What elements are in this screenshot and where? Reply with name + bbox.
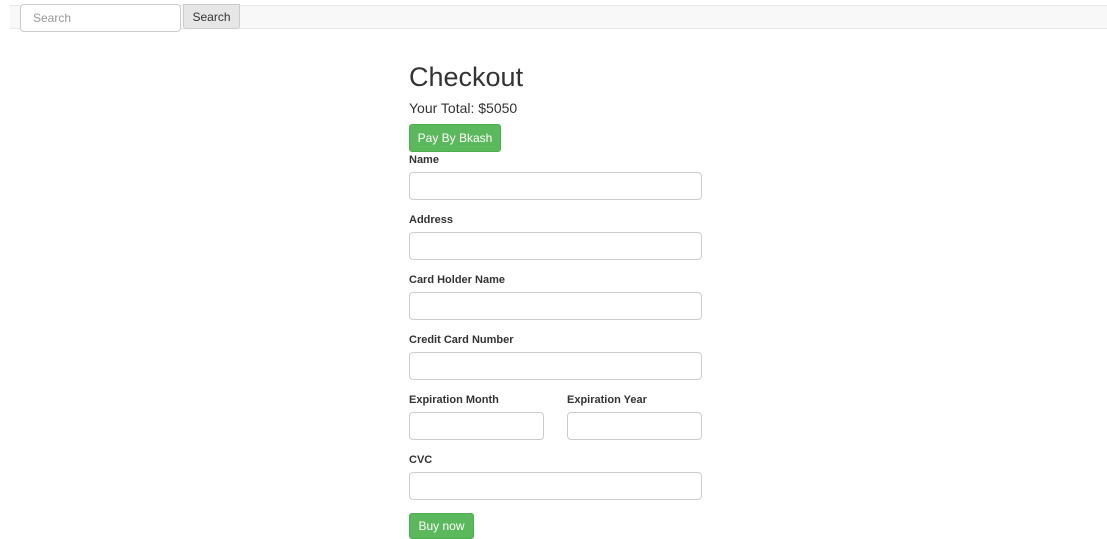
- expiration-month-field[interactable]: [409, 412, 544, 440]
- card-holder-field[interactable]: [409, 292, 702, 320]
- address-field[interactable]: [409, 232, 702, 260]
- card-number-label: Credit Card Number: [409, 334, 514, 346]
- expiration-year-label: Expiration Year: [567, 394, 647, 406]
- expiration-year-field[interactable]: [567, 412, 702, 440]
- cvc-field[interactable]: [409, 472, 702, 500]
- checkout-form: Checkout Your Total: $5050 Pay By Bkash …: [409, 58, 709, 539]
- search-button[interactable]: Search: [183, 4, 240, 29]
- card-holder-label: Card Holder Name: [409, 274, 505, 286]
- pay-by-bkash-button[interactable]: Pay By Bkash: [409, 124, 501, 152]
- search-input[interactable]: [20, 4, 181, 32]
- page-title: Checkout: [409, 62, 524, 92]
- name-label: Name: [409, 154, 439, 166]
- order-total: Your Total: $5050: [409, 100, 518, 116]
- buy-now-button[interactable]: Buy now: [409, 513, 474, 539]
- navbar: Search: [10, 4, 1107, 32]
- card-number-field[interactable]: [409, 352, 702, 380]
- cvc-label: CVC: [409, 454, 433, 466]
- expiration-month-label: Expiration Month: [409, 394, 499, 406]
- name-field[interactable]: [409, 172, 702, 200]
- address-label: Address: [409, 214, 454, 226]
